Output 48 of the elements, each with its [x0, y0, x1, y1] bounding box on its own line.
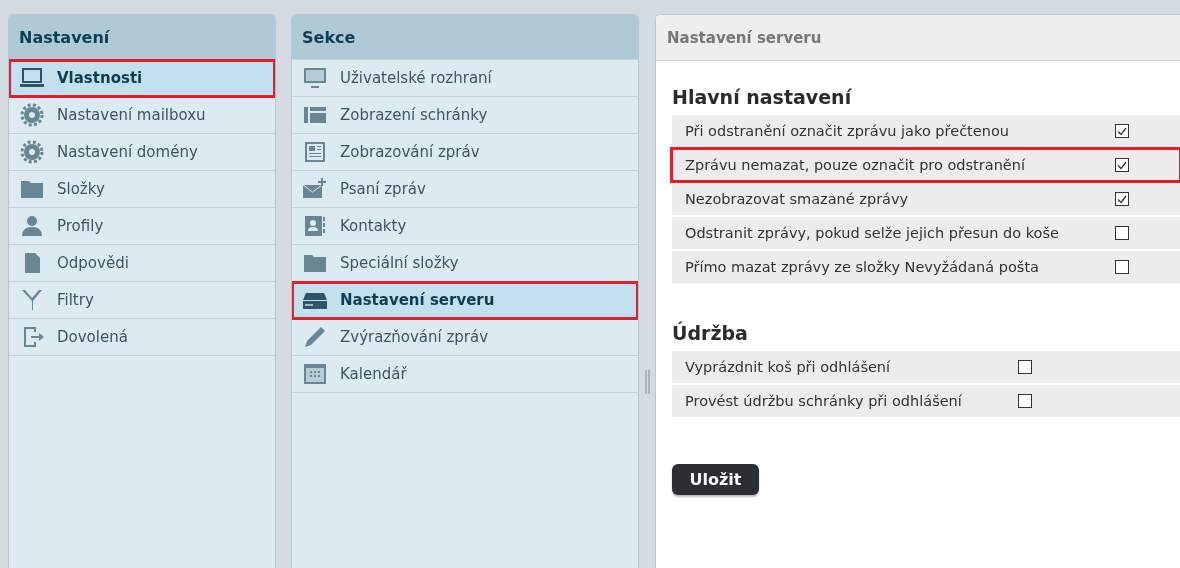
section-heading: Údržba	[672, 320, 749, 346]
person-icon	[19, 214, 45, 238]
checkbox[interactable]	[1115, 226, 1129, 240]
menu-item[interactable]: Nastavení domény	[9, 134, 275, 171]
checkbox[interactable]	[1018, 394, 1032, 408]
panel-title: Sekce	[292, 15, 638, 60]
checkbox[interactable]	[1115, 260, 1129, 274]
splitter-handle[interactable]	[644, 370, 650, 394]
option-label: Přímo mazat zprávy ze složky Nevyžádaná pošta	[685, 259, 1040, 275]
option-label: Odstranit zprávy, pokud selže jejich přesun do koše	[685, 225, 1060, 241]
menu-item[interactable]: Filtry	[9, 282, 275, 319]
menu-item[interactable]: Nastavení serveru	[292, 282, 638, 319]
option-label: Vyprázdnit koš při odhlášení	[685, 359, 892, 375]
menu-item[interactable]: Zobrazení schránky	[292, 97, 638, 134]
menu-item[interactable]: Psaní zpráv	[292, 171, 638, 208]
pencil-icon	[302, 325, 328, 349]
menu-item[interactable]: Zvýrazňování zpráv	[292, 319, 638, 356]
gear-icon	[19, 140, 45, 164]
laptop-icon	[19, 66, 45, 90]
menu-item[interactable]: Vlastnosti	[9, 60, 275, 97]
save-button[interactable]: Uložit	[672, 464, 759, 495]
option-label: Provést údržbu schránky při odhlášení	[685, 393, 963, 409]
checkbox[interactable]	[1115, 192, 1129, 206]
content-title: Nastavení serveru	[656, 15, 1180, 61]
funnel-icon	[19, 288, 45, 312]
checkbox[interactable]	[1018, 360, 1032, 374]
checkbox[interactable]	[1115, 124, 1129, 138]
option-label: Nezobrazovat smazané zprávy	[685, 191, 910, 207]
panel-title: Nastavení	[9, 15, 275, 60]
contact-card-icon	[302, 214, 328, 238]
menu-item[interactable]: Kalendář	[292, 356, 638, 393]
menu-item[interactable]: Dovolená	[9, 319, 275, 356]
option-label: Při odstranění označit zprávu jako přečtenou	[685, 123, 1010, 139]
envelope-plus-icon	[302, 177, 328, 201]
menu-item[interactable]: Odpovědi	[9, 245, 275, 282]
monitor-icon	[302, 66, 328, 90]
calendar-icon	[302, 362, 328, 386]
menu-item[interactable]: Nastavení mailboxu	[9, 97, 275, 134]
menu-item[interactable]: Profily	[9, 208, 275, 245]
newspaper-icon	[302, 140, 328, 164]
menu-item[interactable]: Zobrazování zpráv	[292, 134, 638, 171]
menu-item[interactable]: Uživatelské rozhraní	[292, 60, 638, 97]
gear-icon	[19, 103, 45, 127]
menu-item[interactable]: Kontakty	[292, 208, 638, 245]
menu-item[interactable]: Složky	[9, 171, 275, 208]
option-label: Zprávu nemazat, pouze označit pro odstranění	[685, 157, 1026, 173]
section-heading: Hlavní nastavení	[672, 85, 853, 110]
checkbox[interactable]	[1115, 158, 1129, 172]
